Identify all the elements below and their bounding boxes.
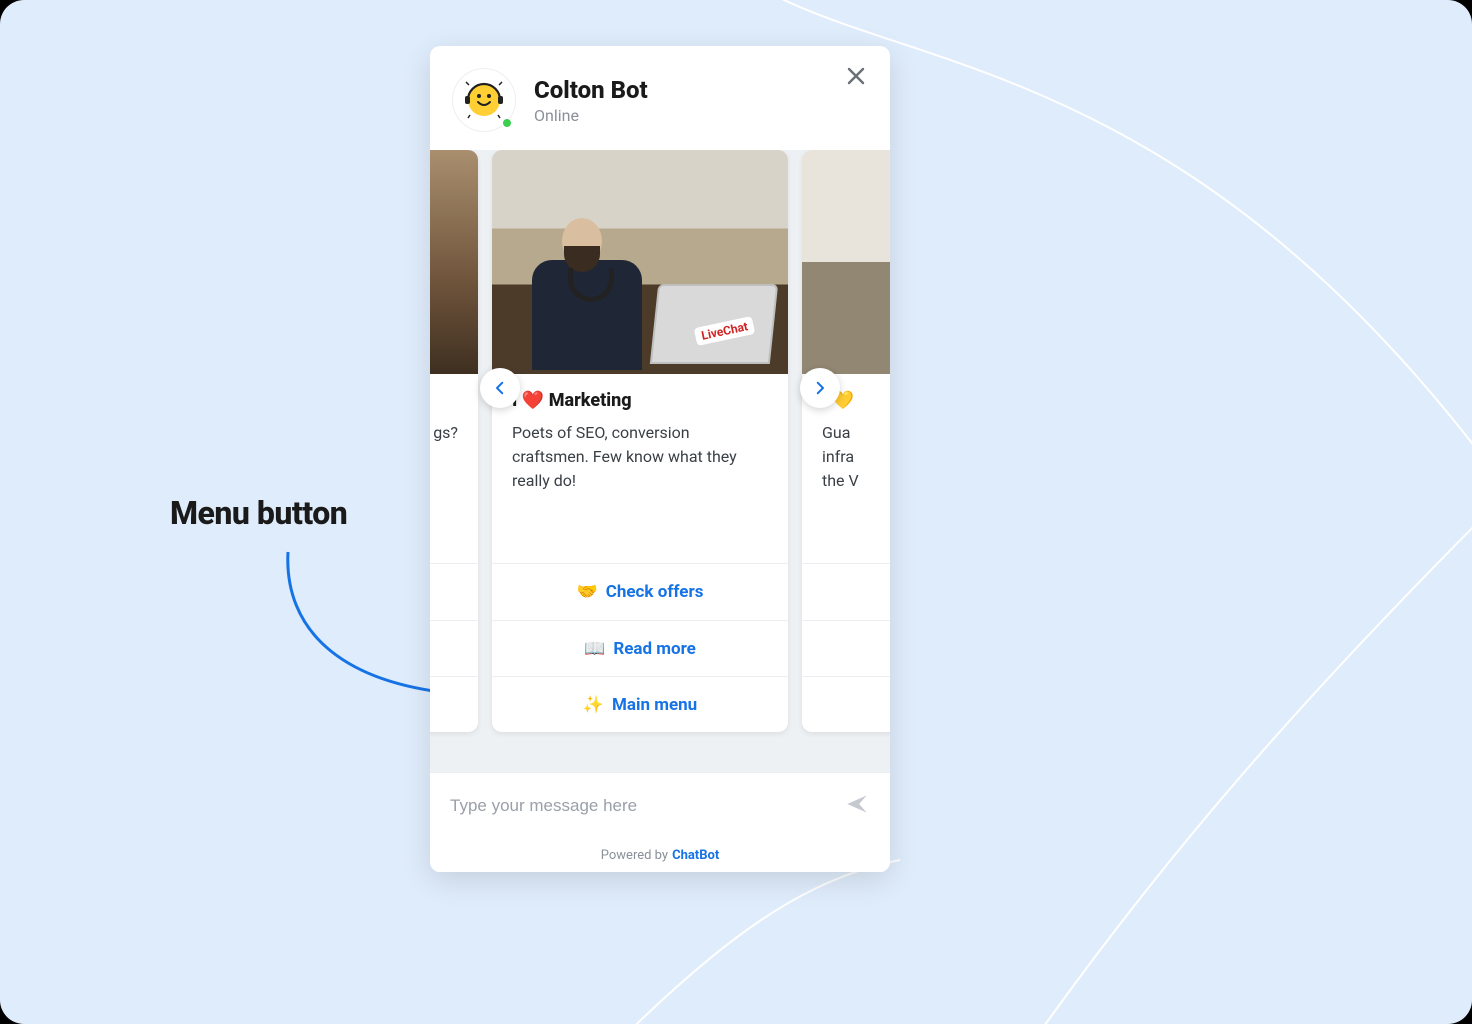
- chat-widget: Colton Bot Online: [430, 46, 890, 872]
- card-body: gs?: [430, 374, 478, 563]
- card-desc-fragment: gs?: [430, 421, 458, 445]
- card-action-label: Check offers: [606, 582, 704, 602]
- page-background: Menu button Colton Bot Online: [0, 0, 1472, 1024]
- card-action-read-more[interactable]: 📖 Read more: [492, 620, 788, 676]
- card-action-main-menu[interactable]: ✨ Main menu: [492, 676, 788, 732]
- message-input-bar: [430, 772, 890, 838]
- card-actions: 🤝 Check offers 📖 Read more ✨ Main menu: [492, 563, 788, 732]
- send-button[interactable]: [834, 791, 870, 821]
- card-action[interactable]: [802, 676, 890, 732]
- online-status-dot: [501, 117, 513, 129]
- card-action[interactable]: [802, 620, 890, 676]
- carousel-card-active[interactable]: LiveChat I ❤️ Marketing Poets of SEO, co…: [492, 150, 788, 732]
- carousel-next-button[interactable]: [800, 368, 840, 408]
- book-icon: 📖: [584, 639, 605, 659]
- card-image: [430, 150, 478, 374]
- card-image-person-illustration: [522, 204, 642, 364]
- carousel-card-prev[interactable]: gs?: [430, 150, 478, 732]
- card-action[interactable]: [430, 620, 478, 676]
- bot-avatar-icon: [462, 78, 506, 122]
- card-title: [430, 390, 458, 411]
- card-description: Poets of SEO, conversion craftsmen. Few …: [512, 421, 768, 493]
- card-body: I ❤️ Marketing Poets of SEO, conversion …: [492, 374, 788, 563]
- card-title: I ❤️ Marketing: [512, 390, 768, 411]
- close-icon: [844, 64, 868, 88]
- card-desc-fragment: Gua infra the V: [822, 421, 890, 493]
- card-actions: [802, 563, 890, 732]
- widget-footer: Powered by ChatBot: [430, 838, 890, 872]
- card-action-label: Read more: [613, 639, 696, 659]
- card-action-check-offers[interactable]: 🤝 Check offers: [492, 564, 788, 620]
- card-image: LiveChat: [492, 150, 788, 374]
- sparkles-icon: ✨: [583, 695, 604, 715]
- footer-prefix: Powered by: [601, 848, 668, 863]
- close-button[interactable]: [844, 64, 872, 92]
- handshake-icon: 🤝: [577, 582, 598, 602]
- footer-brand-link[interactable]: ChatBot: [672, 848, 719, 863]
- annotation-label: Menu button: [170, 494, 347, 532]
- bot-status: Online: [534, 106, 648, 125]
- card-action-label: Main menu: [612, 695, 697, 715]
- card-action[interactable]: [430, 564, 478, 620]
- widget-header: Colton Bot Online: [430, 46, 890, 150]
- card-image: [802, 150, 890, 374]
- chevron-right-icon: [811, 379, 829, 397]
- widget-body: gs? LiveChat: [430, 150, 890, 772]
- card-actions: [430, 563, 478, 732]
- send-icon: [844, 791, 870, 817]
- card-action[interactable]: [430, 676, 478, 732]
- message-input[interactable]: [450, 796, 834, 816]
- carousel-card-next[interactable]: I 💛 Gua infra the V: [802, 150, 890, 732]
- card-action[interactable]: [802, 564, 890, 620]
- bot-avatar: [452, 68, 516, 132]
- carousel-prev-button[interactable]: [480, 368, 520, 408]
- card-carousel[interactable]: gs? LiveChat: [430, 150, 890, 732]
- bot-name: Colton Bot: [534, 76, 648, 104]
- chevron-left-icon: [491, 379, 509, 397]
- header-title-block: Colton Bot Online: [534, 76, 648, 125]
